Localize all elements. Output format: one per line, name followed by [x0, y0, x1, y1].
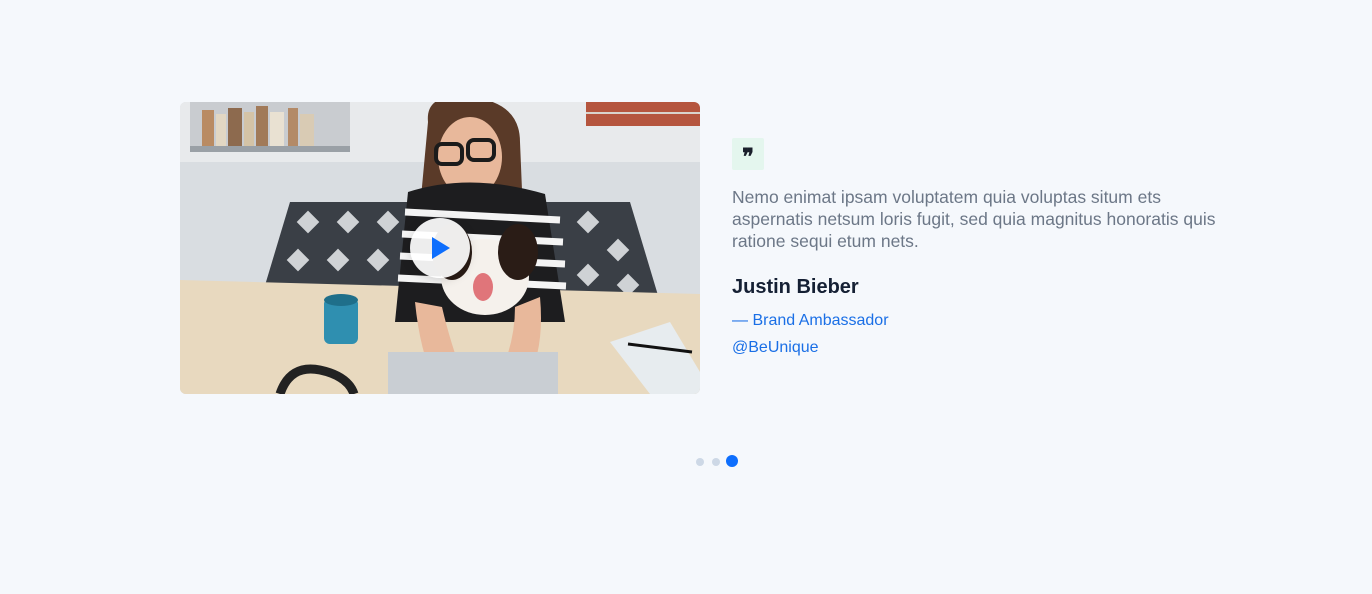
video-thumbnail[interactable] — [180, 102, 700, 394]
carousel-pagination — [0, 455, 1372, 469]
play-icon — [432, 237, 450, 259]
play-button[interactable] — [410, 218, 470, 278]
quote-icon: ❞ — [732, 138, 764, 170]
quote-mark: ❞ — [742, 144, 754, 170]
carousel-dot-1[interactable] — [696, 458, 704, 466]
carousel-dot-2[interactable] — [712, 458, 720, 466]
testimonial-slide: ❞ Nemo enimat ipsam voluptatem quia volu… — [180, 102, 1240, 394]
author-handle-link[interactable]: @BeUnique — [732, 339, 819, 357]
author-role: — Brand Ambassador — [732, 312, 889, 329]
carousel-dot-3-active[interactable] — [726, 455, 738, 467]
author-name: Justin Bieber — [732, 276, 859, 298]
testimonial-text: Nemo enimat ipsam voluptatem quia volupt… — [732, 187, 1216, 251]
